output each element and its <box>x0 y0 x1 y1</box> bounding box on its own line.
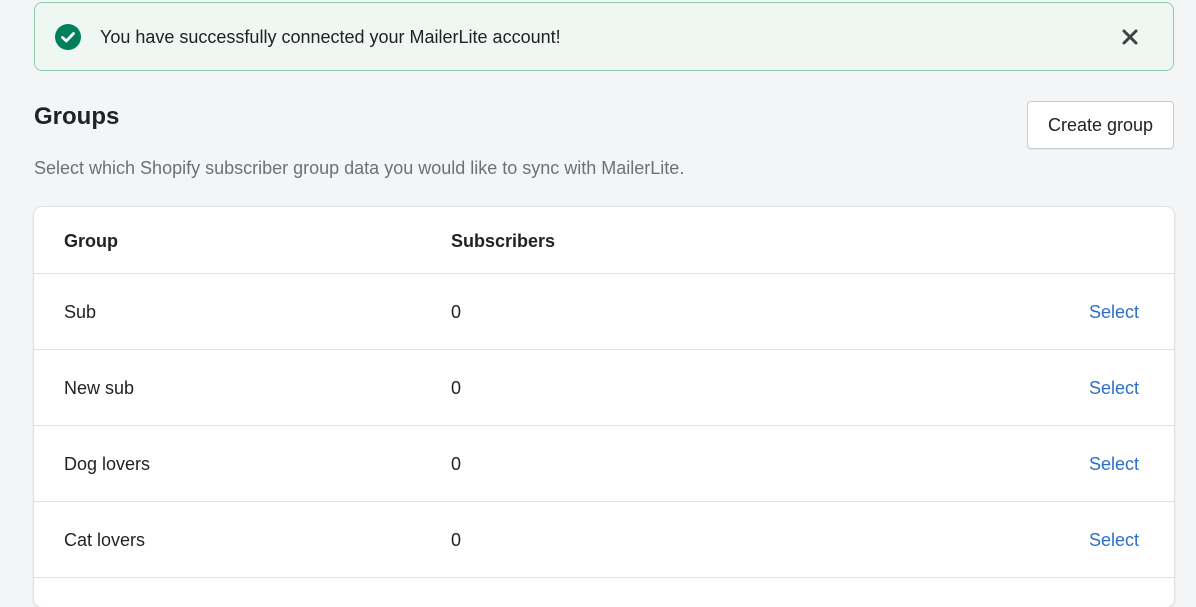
select-link[interactable]: Select <box>1089 378 1139 399</box>
groups-table: Group Subscribers Sub 0 Select New sub 0… <box>34 207 1174 607</box>
group-name: Dog lovers <box>64 454 151 474</box>
column-header-subscribers: Subscribers <box>451 231 556 251</box>
success-banner: You have successfully connected your Mai… <box>34 2 1174 71</box>
table-row: Dog lovers 0 Select <box>34 426 1174 502</box>
subscriber-count: 0 <box>451 378 462 398</box>
select-link[interactable]: Select <box>1089 530 1139 551</box>
banner-message: You have successfully connected your Mai… <box>100 27 561 47</box>
close-icon[interactable] <box>1121 28 1139 46</box>
column-header-group: Group <box>64 231 118 251</box>
check-circle-icon <box>55 24 81 50</box>
create-group-button[interactable]: Create group <box>1027 101 1174 149</box>
table-row: Sub 0 Select <box>34 274 1174 350</box>
table-row: New sub 0 Select <box>34 350 1174 426</box>
subscriber-count: 0 <box>451 454 462 474</box>
group-name: New sub <box>64 378 135 398</box>
select-link[interactable]: Select <box>1089 454 1139 475</box>
table-header: Group Subscribers <box>34 207 1174 274</box>
table-row: Cat lovers 0 Select <box>34 502 1174 578</box>
group-name: Cat lovers <box>64 530 146 550</box>
subscriber-count: 0 <box>451 302 462 322</box>
page-title: Groups <box>34 103 120 130</box>
group-name: Sub <box>64 302 97 322</box>
page-subtitle: Select which Shopify subscriber group da… <box>34 158 685 178</box>
select-link[interactable]: Select <box>1089 302 1139 323</box>
subscriber-count: 0 <box>451 530 462 550</box>
